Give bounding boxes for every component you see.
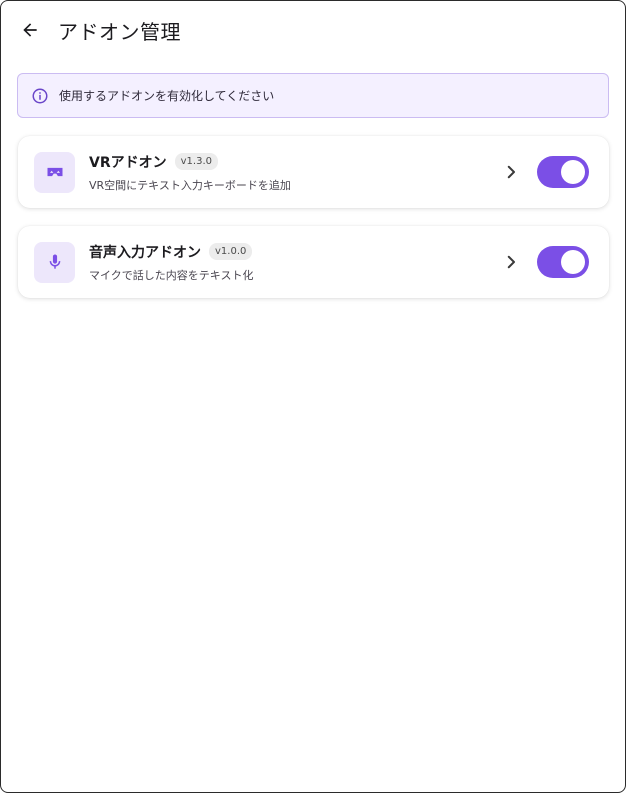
enable-toggle[interactable] bbox=[537, 246, 589, 278]
info-icon bbox=[32, 88, 48, 103]
addon-description: マイクで話した内容をテキスト化 bbox=[89, 268, 254, 282]
toggle-knob bbox=[561, 160, 585, 184]
toggle-knob bbox=[561, 250, 585, 274]
addon-description: VR空間にテキスト入力キーボードを追加 bbox=[89, 178, 291, 192]
vr-headset-icon bbox=[47, 167, 62, 177]
addon-card-voice[interactable]: 音声入力アドオン v1.0.0 マイクで話した内容をテキスト化 bbox=[18, 226, 609, 298]
chevron-right-icon bbox=[507, 255, 515, 269]
version-badge: v1.0.0 bbox=[209, 243, 253, 260]
page-title: アドオン管理 bbox=[58, 19, 181, 44]
back-button[interactable] bbox=[17, 17, 43, 43]
header: アドオン管理 bbox=[1, 1, 625, 59]
addon-icon-container bbox=[34, 151, 75, 193]
addon-icon-container bbox=[34, 241, 75, 283]
microphone-icon bbox=[49, 254, 60, 269]
addon-text: VRアドオン v1.3.0 VR空間にテキスト入力キーボードを追加 bbox=[89, 152, 501, 193]
addon-name: 音声入力アドオン bbox=[89, 244, 201, 261]
version-badge: v1.3.0 bbox=[174, 153, 218, 170]
arrow-left-icon bbox=[23, 23, 37, 37]
addon-name-row: VRアドオン v1.3.0 bbox=[89, 152, 501, 172]
addon-name: VRアドオン bbox=[89, 154, 167, 171]
details-button[interactable] bbox=[501, 162, 521, 182]
app-window: アドオン管理 使用するアドオンを有効化してください VRアドオン v1.3.0 … bbox=[0, 0, 626, 793]
enable-toggle[interactable] bbox=[537, 156, 589, 188]
addon-card-vr[interactable]: VRアドオン v1.3.0 VR空間にテキスト入力キーボードを追加 bbox=[18, 136, 609, 208]
info-banner: 使用するアドオンを有効化してください bbox=[17, 73, 609, 118]
details-button[interactable] bbox=[501, 252, 521, 272]
info-text: 使用するアドオンを有効化してください bbox=[59, 89, 275, 103]
addon-text: 音声入力アドオン v1.0.0 マイクで話した内容をテキスト化 bbox=[89, 242, 501, 283]
chevron-right-icon bbox=[507, 165, 515, 179]
addon-name-row: 音声入力アドオン v1.0.0 bbox=[89, 242, 501, 262]
